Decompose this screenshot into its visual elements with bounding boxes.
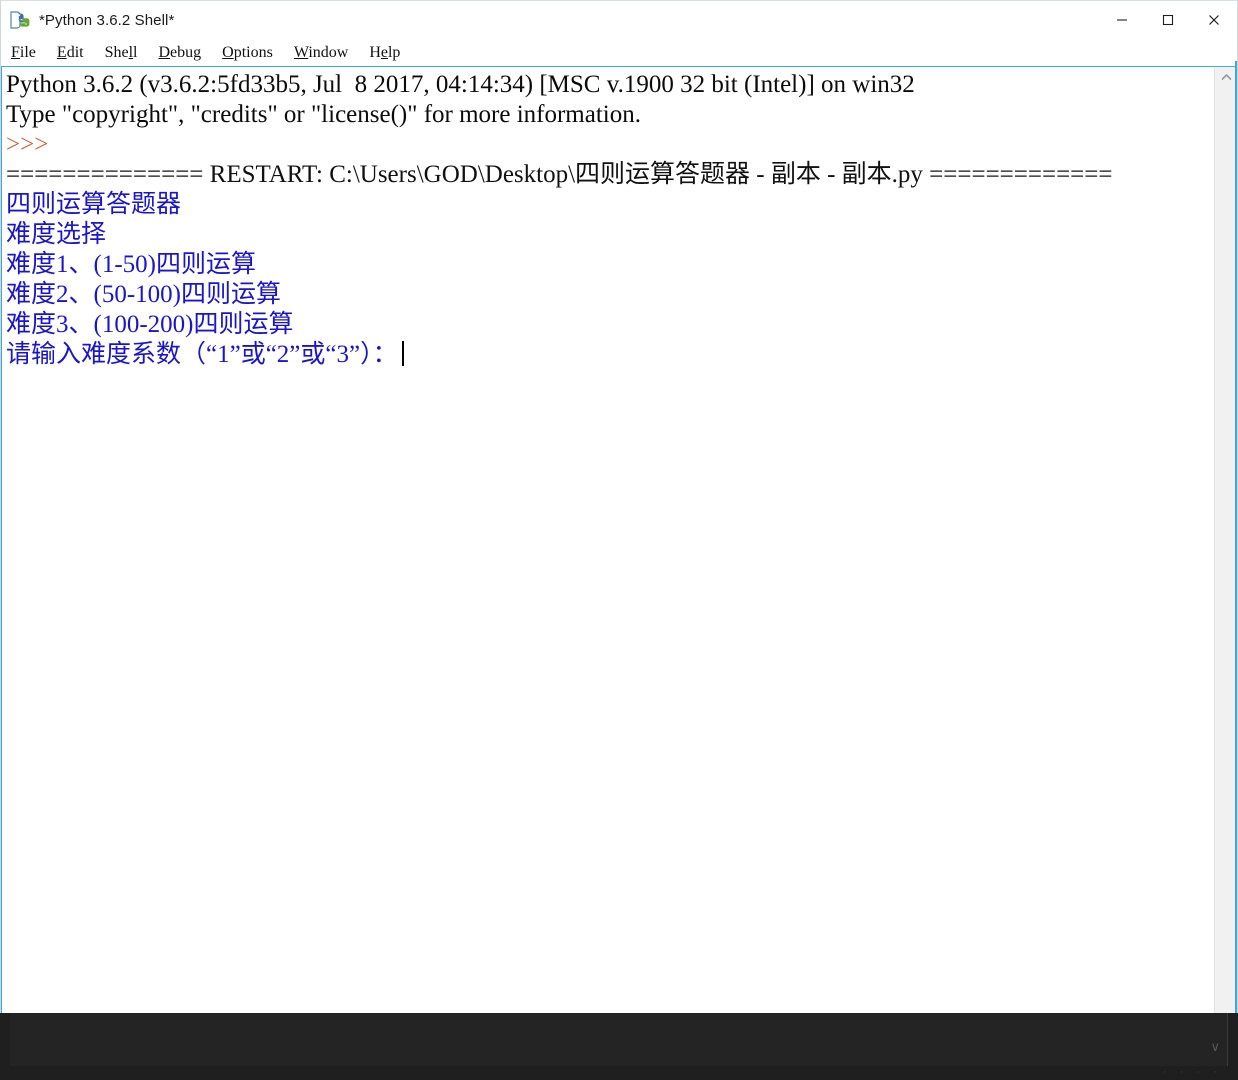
shell-text-content[interactable]: Python 3.6.2 (v3.6.2:5fd33b5, Jul 8 2017… [6,70,1210,370]
window-controls [1099,1,1237,39]
vertical-scrollbar[interactable] [1214,67,1237,1013]
maximize-icon [1162,14,1174,26]
close-button[interactable] [1191,1,1237,39]
window-focus-edge [1235,61,1237,1013]
menu-accelerator: F [11,43,20,61]
scroll-down-button[interactable] [1215,993,1237,1013]
window-title: *Python 3.6.2 Shell* [39,11,175,29]
menu-bar: File Edit Shell Debug Options Window Hel… [1,39,1237,66]
menu-item-window[interactable]: Window [294,44,348,62]
minimize-icon [1117,19,1127,21]
maximize-button[interactable] [1145,1,1191,39]
shell-line-blue: 请输入难度系数（“1”或“2”或“3”）： [6,340,1210,370]
shell-line-blue: 难度选择 [6,221,107,248]
shell-line-blue: 难度2、(50-100)四则运算 [6,281,281,308]
idle-shell-window: *Python 3.6.2 Shell* File Edit Shell Deb… [0,0,1238,1014]
shell-line-stdout: Python 3.6.2 (v3.6.2:5fd33b5, Jul 8 2017… [6,71,915,98]
title-bar[interactable]: *Python 3.6.2 Shell* [1,1,1237,39]
shell-line-prompt: >>> [6,131,55,158]
menu-item-file[interactable]: File [11,44,36,62]
chevron-down-icon[interactable]: ∨ [1210,1039,1220,1055]
menu-item-edit[interactable]: Edit [57,44,84,62]
minimize-button[interactable] [1099,1,1145,39]
menu-accelerator: E [56,43,67,61]
menu-accelerator: e [380,43,388,61]
taskbar-surface [10,1013,1228,1066]
menu-accelerator: W [293,43,309,61]
menu-accelerator: O [222,43,234,61]
shell-line-blue: 四则运算答题器 [6,191,182,218]
menu-accelerator: l [128,43,134,61]
chevron-up-icon [1221,74,1231,80]
menu-item-options[interactable]: Options [222,44,273,62]
taskbar-tray-dots: · · · · [1163,1066,1222,1078]
close-icon [1209,15,1219,25]
python-idle-icon [9,9,31,31]
menu-item-shell[interactable]: Shell [105,44,138,62]
scroll-up-button[interactable] [1215,67,1237,87]
shell-line-blue: 难度3、(100-200)四则运算 [6,311,294,338]
shell-line-stdout: Type "copyright", "credits" or "license(… [6,101,641,128]
taskbar: ∨ · · · · [0,1013,1238,1080]
shell-line-restart: ============== RESTART: C:\Users\GOD\Des… [6,161,1113,188]
menu-item-help[interactable]: Help [369,44,400,62]
menu-item-debug[interactable]: Debug [158,44,201,62]
menu-accelerator: D [158,43,171,61]
shell-line-blue: 难度1、(1-50)四则运算 [6,251,256,278]
shell-output-area[interactable]: Python 3.6.2 (v3.6.2:5fd33b5, Jul 8 2017… [1,66,1237,1014]
text-cursor [401,341,404,366]
